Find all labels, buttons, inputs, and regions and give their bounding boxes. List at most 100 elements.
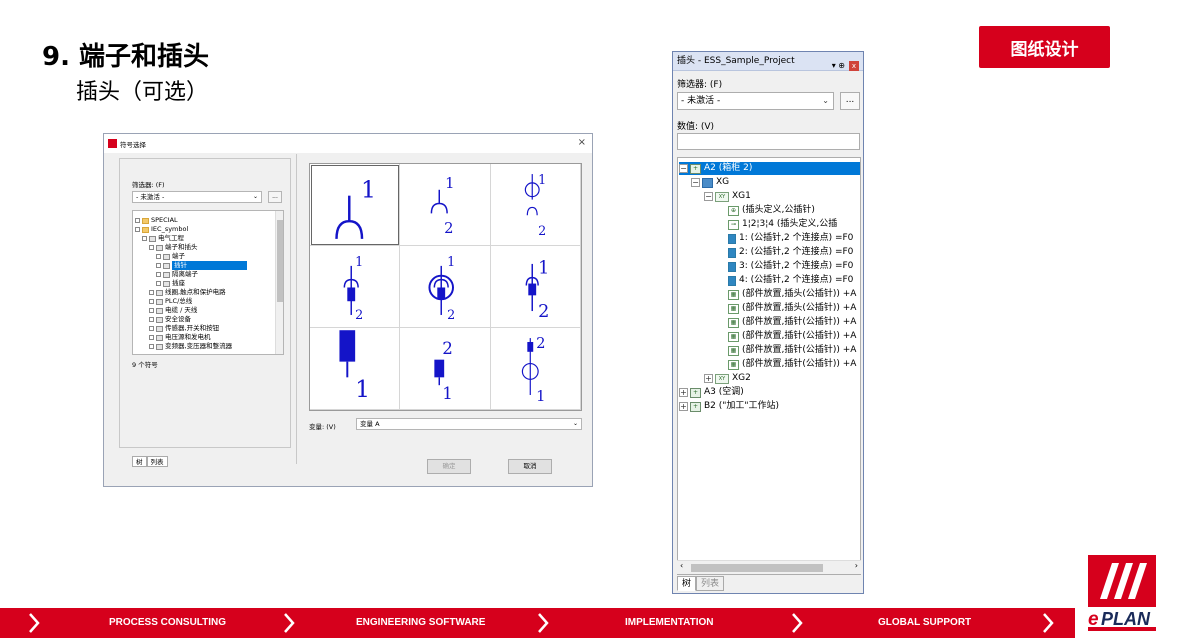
tree-item-pin-2[interactable]: 2: (公插针,2 个连接点) =F0: [728, 246, 853, 259]
svg-text:2: 2: [355, 308, 363, 323]
symbol-cell-1[interactable]: 1: [310, 164, 401, 246]
tree-item-voltage-sources[interactable]: 电压源和发电机: [149, 333, 211, 342]
close-icon[interactable]: x: [849, 60, 859, 71]
tree-item-part-placement-5[interactable]: ▦ (部件放置,插针(公插针)) +A: [728, 344, 856, 357]
plug-tree[interactable]: − + A2 (箱柜 2) − XG − XY XG1 ⊕ (插头定义,公插针) ⊸ 1¦2¦…: [677, 157, 861, 575]
tree-item-iec-symbol[interactable]: IEC_symbol: [135, 225, 188, 234]
symbol-cell-2[interactable]: 1 2: [400, 164, 491, 246]
pin-icon[interactable]: ▾ ⊕: [832, 56, 845, 75]
pin-symbol-2: 1 2: [431, 175, 455, 237]
footer-item-implementation: IMPLEMENTATION: [625, 617, 714, 628]
tree-item-plug-definition[interactable]: ⊕ (插头定义,公插针): [728, 204, 815, 217]
symbol-group-icon: [156, 307, 163, 314]
navigator-title: 插头 - ESS_Sample_Project: [677, 56, 795, 66]
plug-navigator: 插头 - ESS_Sample_Project ▾ ⊕ x 筛选器: (F) -…: [672, 51, 864, 594]
chevron-right-icon: [538, 613, 549, 633]
symbol-group-icon: [156, 316, 163, 323]
tree-item-special[interactable]: SPECIAL: [135, 216, 178, 225]
symbol-cell-7[interactable]: 1: [310, 328, 401, 410]
tab-tree[interactable]: 树: [132, 456, 147, 467]
slide-subtitle: 插头（可选）: [76, 80, 209, 105]
tree-item-isolating-terminal[interactable]: 隔离端子: [156, 270, 198, 279]
panel-divider[interactable]: [296, 154, 297, 464]
tree-item-part-placement-6[interactable]: ▦ (部件放置,插针(公插针)) +A: [728, 358, 856, 371]
pin-symbol-6: 1 2: [525, 259, 549, 322]
tree-item-terminals-plugs[interactable]: 端子和插头: [149, 243, 198, 252]
svg-text:1: 1: [355, 375, 370, 403]
tree-item-a3[interactable]: + + A3 (空调): [679, 386, 744, 399]
tree-item-electrical[interactable]: 电气工程: [142, 234, 184, 243]
tree-item-xg2[interactable]: + XY XG2: [704, 372, 751, 385]
tree-item-socket[interactable]: 插座: [156, 279, 185, 288]
symbol-group-icon: [156, 244, 163, 251]
symbol-cell-6[interactable]: 1 2: [490, 246, 581, 328]
ok-button[interactable]: 确定: [427, 459, 471, 474]
symbol-label: 1: [361, 176, 376, 204]
tree-item-xg1[interactable]: − XY XG1: [704, 190, 751, 203]
scroll-right-icon[interactable]: ›: [855, 561, 858, 570]
svg-text:2: 2: [538, 302, 549, 322]
value-label: 数值: (V): [677, 122, 715, 132]
tree-item-plug-definition-pins[interactable]: ⊸ 1¦2¦3¦4 (插头定义,公插: [728, 218, 837, 231]
filter-label: 筛选器: (F): [677, 80, 723, 90]
symbol-cell-9[interactable]: 2 1: [490, 328, 581, 410]
variant-select[interactable]: 变量 A ⌄: [356, 418, 582, 430]
tree-item-terminal[interactable]: 端子: [156, 252, 185, 261]
tab-list[interactable]: 列表: [696, 576, 725, 591]
tree-item-xg[interactable]: − XG: [691, 176, 729, 189]
symbol-cell-4[interactable]: 1 2: [310, 246, 401, 328]
tree-item-pin[interactable]: 插针: [156, 261, 247, 270]
tree-item-part-placement-4[interactable]: ▦ (部件放置,插针(公插针)) +A: [728, 330, 856, 343]
chevron-down-icon: ⌄: [572, 420, 578, 427]
dialog-titlebar: 符号选择 ×: [104, 134, 592, 153]
svg-text:2: 2: [447, 308, 455, 323]
filter-options-button[interactable]: ...: [268, 191, 282, 203]
tree-item-pin-1[interactable]: 1: (公插针,2 个连接点) =F0: [728, 232, 853, 245]
svg-text:1: 1: [355, 255, 363, 270]
part-placement-icon: ▦: [728, 317, 739, 328]
cancel-button[interactable]: 取消: [508, 459, 552, 474]
tree-item-plc[interactable]: PLC/总线: [149, 297, 192, 306]
tree-item-safety[interactable]: 安全设备: [149, 315, 191, 324]
filter-options-button[interactable]: ...: [840, 92, 860, 110]
symbol-cell-5[interactable]: 1 2: [400, 246, 491, 328]
tab-tree[interactable]: 树: [677, 576, 697, 591]
chevron-down-icon: ⌄: [252, 193, 258, 200]
close-icon[interactable]: ×: [578, 137, 586, 148]
cabinet-icon: +: [690, 387, 701, 398]
symbol-cell-3[interactable]: 1 2: [490, 164, 581, 246]
symbol-group-icon: [156, 298, 163, 305]
symbol-cell-8[interactable]: 2 1: [400, 328, 491, 410]
symbol-group-icon: [156, 289, 163, 296]
tree-item-inverters[interactable]: 变频器,变压器和整流器: [149, 342, 232, 351]
tab-list[interactable]: 列表: [146, 456, 168, 467]
symbol-tree[interactable]: SPECIAL IEC_symbol 电气工程 端子和插头 端子 插针 隔离端子…: [132, 210, 284, 355]
filter-select[interactable]: - 未激活 - ⌄: [132, 191, 262, 203]
tree-item-cable[interactable]: 电缆 / 天线: [149, 306, 197, 315]
tree-item-pin-4[interactable]: 4: (公插针,2 个连接点) =F0: [728, 274, 853, 287]
part-placement-icon: ▦: [728, 345, 739, 356]
plug-definition-icon: ⊕: [728, 205, 739, 216]
tree-scrollbar[interactable]: [275, 211, 283, 354]
folder-icon: [142, 226, 149, 233]
tree-item-part-placement-2[interactable]: ▦ (部件放置,插头(公插针)) +A: [728, 302, 856, 315]
value-input[interactable]: [677, 133, 860, 150]
symbol-icon: [163, 271, 170, 278]
symbol-grid: 1 1 2 1 2 1 2 1 2 1 2 1 2 1 2 1: [309, 163, 582, 411]
tree-item-part-placement-3[interactable]: ▦ (部件放置,插针(公插针)) +A: [728, 316, 856, 329]
part-placement-icon: ▦: [728, 303, 739, 314]
part-placement-icon: ▦: [728, 289, 739, 300]
tree-item-sensors[interactable]: 传感器,开关和按钮: [149, 324, 219, 333]
chevron-right-icon: [284, 613, 295, 633]
tree-item-a2[interactable]: − + A2 (箱柜 2): [679, 162, 860, 175]
tree-item-b2[interactable]: + + B2 ("加工"工作站): [679, 400, 779, 413]
tree-item-pin-3[interactable]: 3: (公插针,2 个连接点) =F0: [728, 260, 853, 273]
tree-item-part-placement-1[interactable]: ▦ (部件放置,插头(公插针)) +A: [728, 288, 856, 301]
scroll-left-icon[interactable]: ‹: [680, 561, 683, 570]
tree-item-coils[interactable]: 线圈,触点和保护电路: [149, 288, 226, 297]
symbol-icon: [163, 262, 170, 269]
filter-select[interactable]: - 未激活 - ⌄: [677, 92, 834, 110]
symbol-count: 9 个符号: [132, 361, 158, 369]
pin-symbol-8: 2 1: [434, 339, 453, 403]
horizontal-scrollbar[interactable]: ‹ ›: [677, 560, 861, 574]
